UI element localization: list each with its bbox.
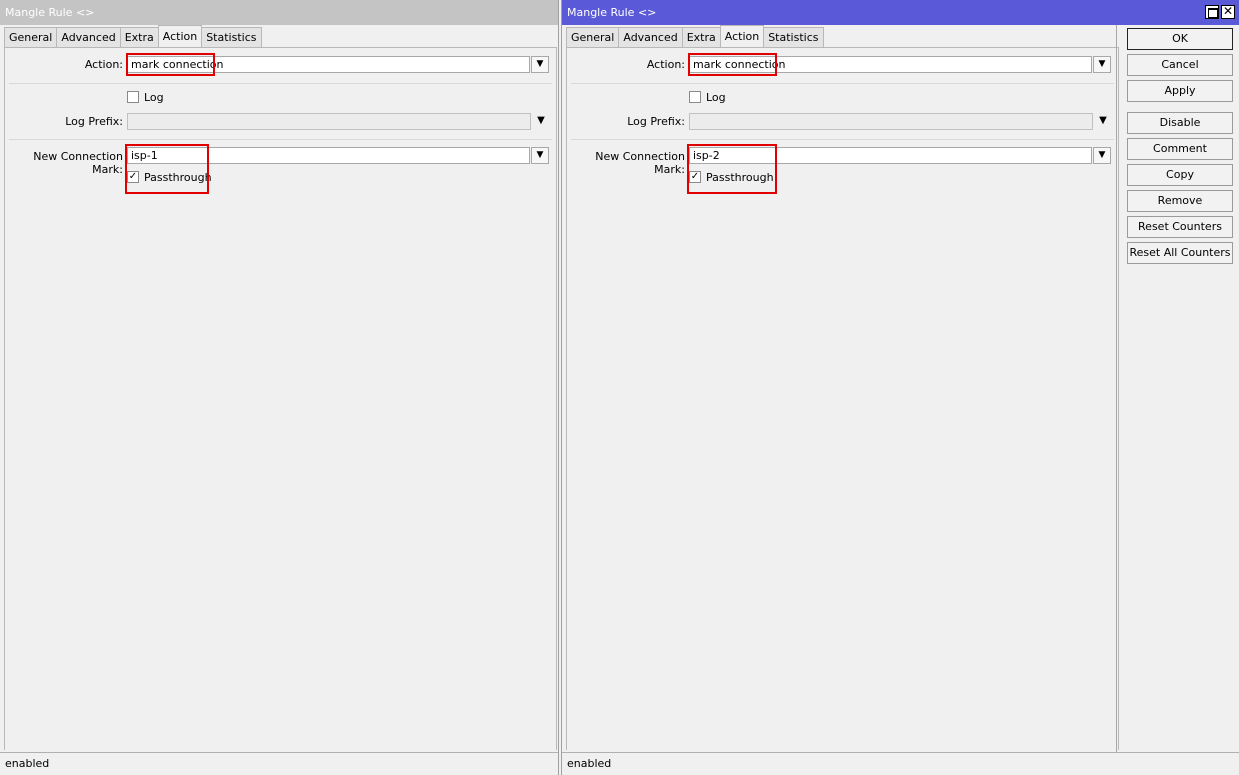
new-connection-mark-label: New Connection Mark: (595, 150, 685, 176)
comment-button[interactable]: Comment (1127, 138, 1233, 160)
divider (9, 139, 552, 140)
tab-statistics[interactable]: Statistics (763, 27, 824, 47)
tab-statistics[interactable]: Statistics (201, 27, 262, 47)
chevron-down-icon: ▼ (536, 59, 544, 69)
disable-button[interactable]: Disable (1127, 112, 1233, 134)
action-dropdown-button[interactable]: ▼ (1093, 56, 1111, 73)
status-bar: enabled (562, 752, 1239, 775)
tab-advanced[interactable]: Advanced (56, 27, 121, 47)
window-title: Mangle Rule <> ✕ (562, 0, 1239, 25)
tab-general[interactable]: General (566, 27, 620, 47)
tab-advanced[interactable]: Advanced (618, 27, 683, 47)
divider (571, 83, 1114, 84)
log-checkbox[interactable] (689, 91, 701, 103)
cancel-button[interactable]: Cancel (1127, 54, 1233, 76)
chevron-down-icon[interactable]: ▼ (534, 114, 548, 128)
button-sidebar: OK Cancel Apply Disable Comment Copy Rem… (1116, 25, 1239, 752)
action-panel: Action: mark connection ▼ Log Log Prefix… (566, 47, 1119, 750)
action-panel: Action: mark connection ▼ Log Log Prefix… (4, 47, 557, 750)
tab-extra[interactable]: Extra (681, 27, 721, 47)
window-title-text: Mangle Rule <> (567, 6, 657, 19)
tab-extra[interactable]: Extra (119, 27, 159, 47)
highlight-box (125, 144, 209, 194)
apply-button[interactable]: Apply (1127, 80, 1233, 102)
divider (571, 139, 1114, 140)
log-checkbox[interactable] (127, 91, 139, 103)
status-bar: enabled (0, 752, 558, 775)
new-connection-mark-dropdown-button[interactable]: ▼ (1093, 147, 1111, 164)
log-label: Log (706, 91, 726, 104)
tab-action[interactable]: Action (157, 25, 203, 47)
tab-bar: General Advanced Extra Action Statistics (4, 25, 262, 47)
highlight-box (687, 144, 777, 194)
chevron-down-icon: ▼ (1098, 150, 1106, 160)
chevron-down-icon: ▼ (536, 150, 544, 160)
ok-button[interactable]: OK (1127, 28, 1233, 50)
log-label: Log (144, 91, 164, 104)
log-prefix-label: Log Prefix: (65, 115, 123, 128)
reset-all-counters-button[interactable]: Reset All Counters (1127, 242, 1233, 264)
new-connection-mark-label: New Connection Mark: (33, 150, 123, 176)
highlight-box (688, 53, 777, 76)
copy-button[interactable]: Copy (1127, 164, 1233, 186)
new-connection-mark-dropdown-button[interactable]: ▼ (531, 147, 549, 164)
log-prefix-label: Log Prefix: (627, 115, 685, 128)
chevron-down-icon: ▼ (1098, 59, 1106, 69)
window-title: Mangle Rule <> (0, 0, 558, 25)
remove-button[interactable]: Remove (1127, 190, 1233, 212)
divider (9, 83, 552, 84)
log-prefix-input[interactable] (689, 113, 1093, 130)
reset-counters-button[interactable]: Reset Counters (1127, 216, 1233, 238)
log-prefix-input[interactable] (127, 113, 531, 130)
action-dropdown-button[interactable]: ▼ (531, 56, 549, 73)
action-label: Action: (646, 58, 685, 71)
window-controls: ✕ (1205, 5, 1235, 19)
action-label: Action: (84, 58, 123, 71)
mangle-rule-window-left: Mangle Rule <> General Advanced Extra Ac… (0, 0, 559, 775)
tab-general[interactable]: General (4, 27, 58, 47)
tab-action[interactable]: Action (719, 25, 765, 47)
maximize-icon[interactable] (1205, 5, 1219, 19)
close-icon[interactable]: ✕ (1221, 5, 1235, 19)
tab-bar: General Advanced Extra Action Statistics (566, 25, 824, 47)
chevron-down-icon[interactable]: ▼ (1096, 114, 1110, 128)
highlight-box (126, 53, 215, 76)
